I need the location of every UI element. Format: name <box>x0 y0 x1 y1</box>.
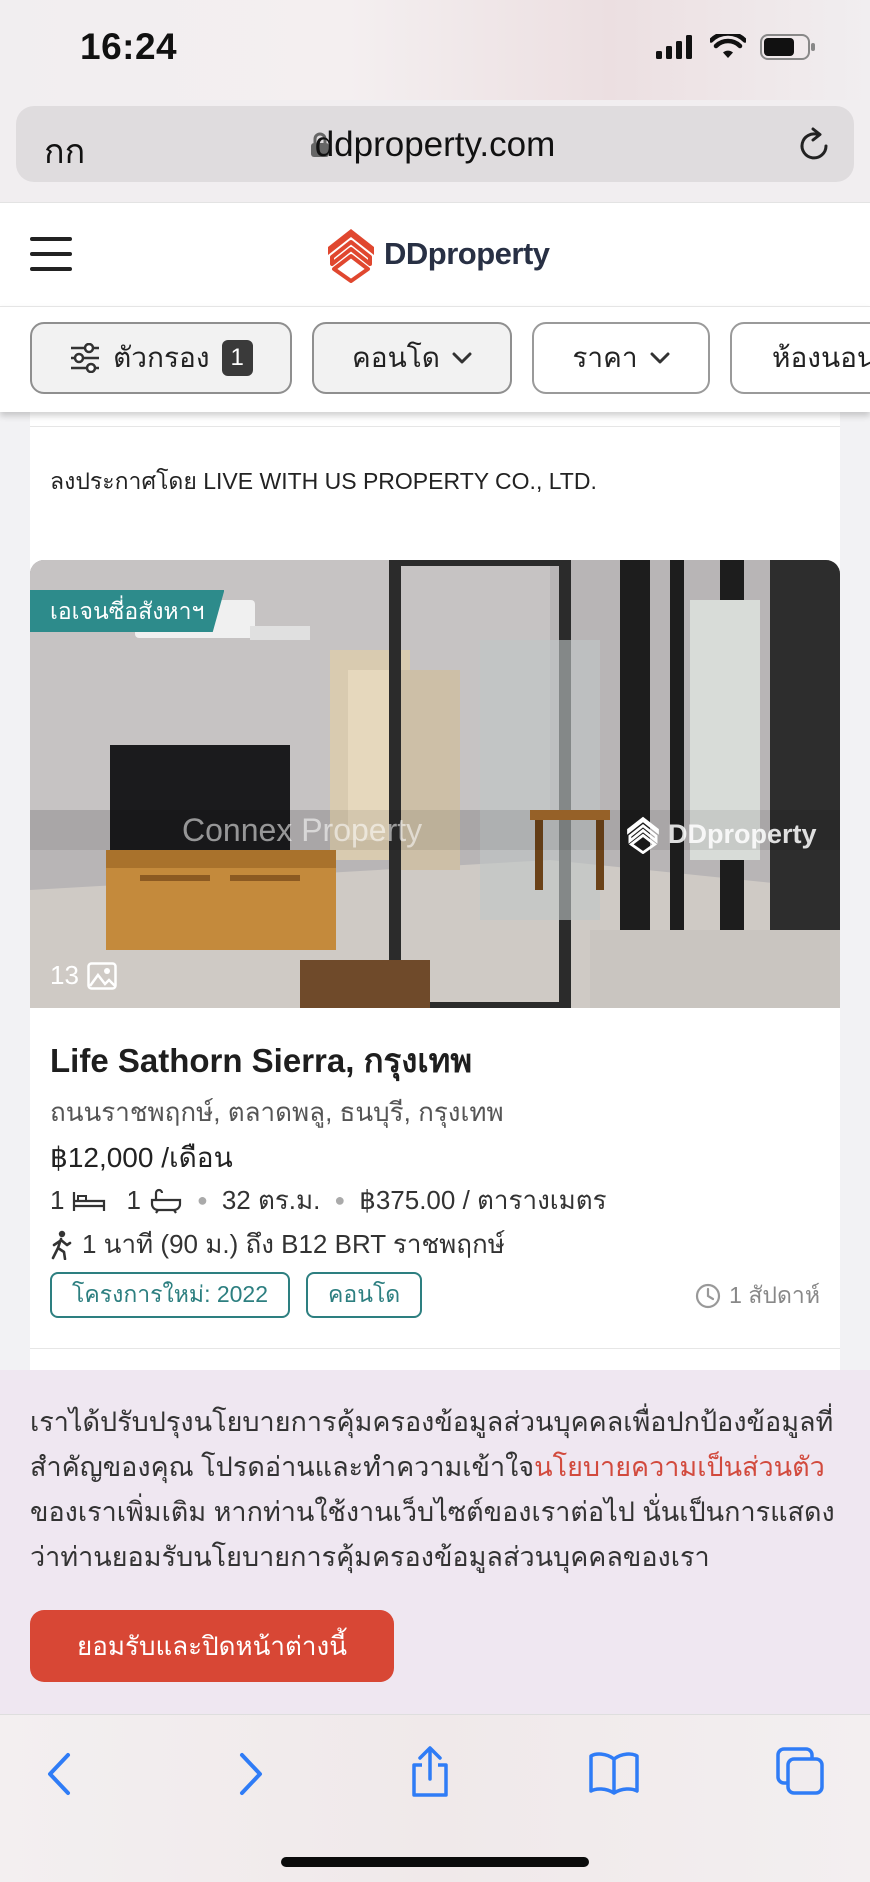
address-bar[interactable]: กก ddproperty.com <box>16 106 854 182</box>
cellular-signal-icon <box>656 35 692 59</box>
posted-by-text: ลงประกาศโดย LIVE WITH US PROPERTY CO., L… <box>50 468 597 494</box>
back-icon[interactable] <box>42 1751 78 1797</box>
photo-count-number: 13 <box>50 960 79 990</box>
transit-info: 1 นาที (90 ม.) ถึง B12 BRT ราชพฤกษ์ <box>50 1224 505 1265</box>
status-bar: 16:24 <box>0 0 870 100</box>
image-icon <box>87 961 117 990</box>
privacy-policy-link[interactable]: นโยบายความเป็นส่วนตัว <box>534 1452 825 1482</box>
listing-results[interactable]: ลงประกาศโดย LIVE WITH US PROPERTY CO., L… <box>0 412 870 1370</box>
new-project-tag: โครงการใหม่: 2022 <box>50 1272 291 1318</box>
status-time: 16:24 <box>80 26 178 67</box>
tabs-icon[interactable] <box>776 1747 824 1795</box>
transit-text: 1 นาที (90 ม.) ถึง B12 BRT ราชพฤกษ์ <box>82 1229 505 1259</box>
price-per-area: ฿375.00 / ตารางเมตร <box>359 1185 607 1215</box>
url-text: ddproperty.com <box>314 125 556 164</box>
browser-toolbar <box>0 1714 870 1882</box>
listing-specs: 1 1 ● 32 ตร.ม. ● ฿375.00 / ตารางเมตร <box>50 1180 607 1221</box>
agent-watermark: Connex Property <box>182 812 423 848</box>
listing-area: 32 ตร.ม. <box>221 1185 321 1215</box>
site-header: DDproperty <box>0 202 870 306</box>
bathroom-count: 1 <box>126 1185 141 1215</box>
menu-line <box>30 267 72 271</box>
bedroom-filter-label: ห้องนอน <box>772 342 870 373</box>
reload-icon[interactable] <box>798 126 832 162</box>
cookie-consent-banner: เราได้ปรับปรุงนโยบายการคุ้มครองข้อมูลส่ว… <box>0 1370 870 1714</box>
ddproperty-logo[interactable]: DDproperty <box>324 225 550 283</box>
condo-filter-button[interactable]: คอนโด <box>312 322 512 394</box>
bed-icon <box>73 1191 106 1211</box>
accept-cookies-button[interactable]: ยอมรับและปิดหน้าต่างนี้ <box>30 1610 394 1682</box>
divider <box>30 1348 840 1349</box>
price-filter-button[interactable]: ราคา <box>532 322 710 394</box>
menu-line <box>30 237 72 241</box>
price-filter-label: ราคา <box>572 342 638 373</box>
battery-icon <box>760 34 815 60</box>
chevron-down-icon <box>452 352 472 364</box>
filter-count-badge: 1 <box>221 340 253 376</box>
walking-icon <box>51 1230 72 1260</box>
separator-dot: ● <box>196 1190 208 1210</box>
clock-icon <box>696 1283 721 1309</box>
listing-title[interactable]: Life Sathorn Sierra, กรุงเทพ <box>50 1034 472 1087</box>
brand-watermark: DDproperty <box>624 814 817 854</box>
menu-line <box>30 252 72 256</box>
logo-mark-icon <box>627 816 659 854</box>
share-icon[interactable] <box>408 1745 452 1799</box>
logo-mark-icon <box>328 229 374 283</box>
listing-price: ฿12,000 /เดือน <box>50 1142 233 1173</box>
bathtub-icon <box>150 1188 182 1214</box>
separator-dot: ● <box>334 1190 346 1210</box>
filter-bar: ตัวกรอง 1 คอนโด ราคา ห้องนอน <box>0 306 870 412</box>
posted-ago-text: 1 สัปดาห์ <box>729 1282 820 1308</box>
sliders-icon <box>71 343 100 373</box>
brand-watermark-text: DDproperty <box>668 818 817 849</box>
cookie-notice-text: เราได้ปรับปรุงนโยบายการคุ้มครองข้อมูลส่ว… <box>30 1400 850 1580</box>
listing-card[interactable]: เอเจนซี่อสังหาฯ Connex Property DDproper… <box>30 560 840 1370</box>
forward-icon[interactable] <box>232 1751 268 1797</box>
chevron-down-icon <box>650 352 670 364</box>
menu-icon[interactable] <box>30 237 72 271</box>
agent-type-tag: เอเจนซี่อสังหาฯ <box>30 590 225 632</box>
cookie-text-after: ของเราเพิ่มเติม หากท่านใช้งานเว็บไซต์ของ… <box>30 1497 835 1572</box>
filter-button[interactable]: ตัวกรอง 1 <box>30 322 292 394</box>
bedroom-count: 1 <box>50 1185 65 1215</box>
status-icons <box>656 34 816 60</box>
browser-address-area: กก ddproperty.com <box>0 100 870 202</box>
property-type-tag: คอนโด <box>306 1272 423 1318</box>
logo-text: DDproperty <box>384 236 550 271</box>
home-indicator <box>281 1857 589 1867</box>
listing-photo[interactable]: เอเจนซี่อสังหาฯ Connex Property DDproper… <box>30 560 840 1008</box>
divider <box>30 426 840 427</box>
listing-tags: โครงการใหม่: 2022 คอนโด <box>50 1272 423 1318</box>
bookmarks-icon[interactable] <box>588 1751 640 1795</box>
bedroom-filter-button[interactable]: ห้องนอน <box>730 322 870 394</box>
condo-filter-label: คอนโด <box>352 342 440 373</box>
wifi-icon <box>710 34 746 58</box>
listing-address: ถนนราชพฤกษ์, ตลาดพลู, ธนบุรี, กรุงเทพ <box>50 1097 504 1127</box>
filter-label: ตัวกรอง <box>113 342 210 373</box>
posted-time: 1 สัปดาห์ <box>695 1278 820 1314</box>
photo-count: 13 <box>50 960 117 991</box>
